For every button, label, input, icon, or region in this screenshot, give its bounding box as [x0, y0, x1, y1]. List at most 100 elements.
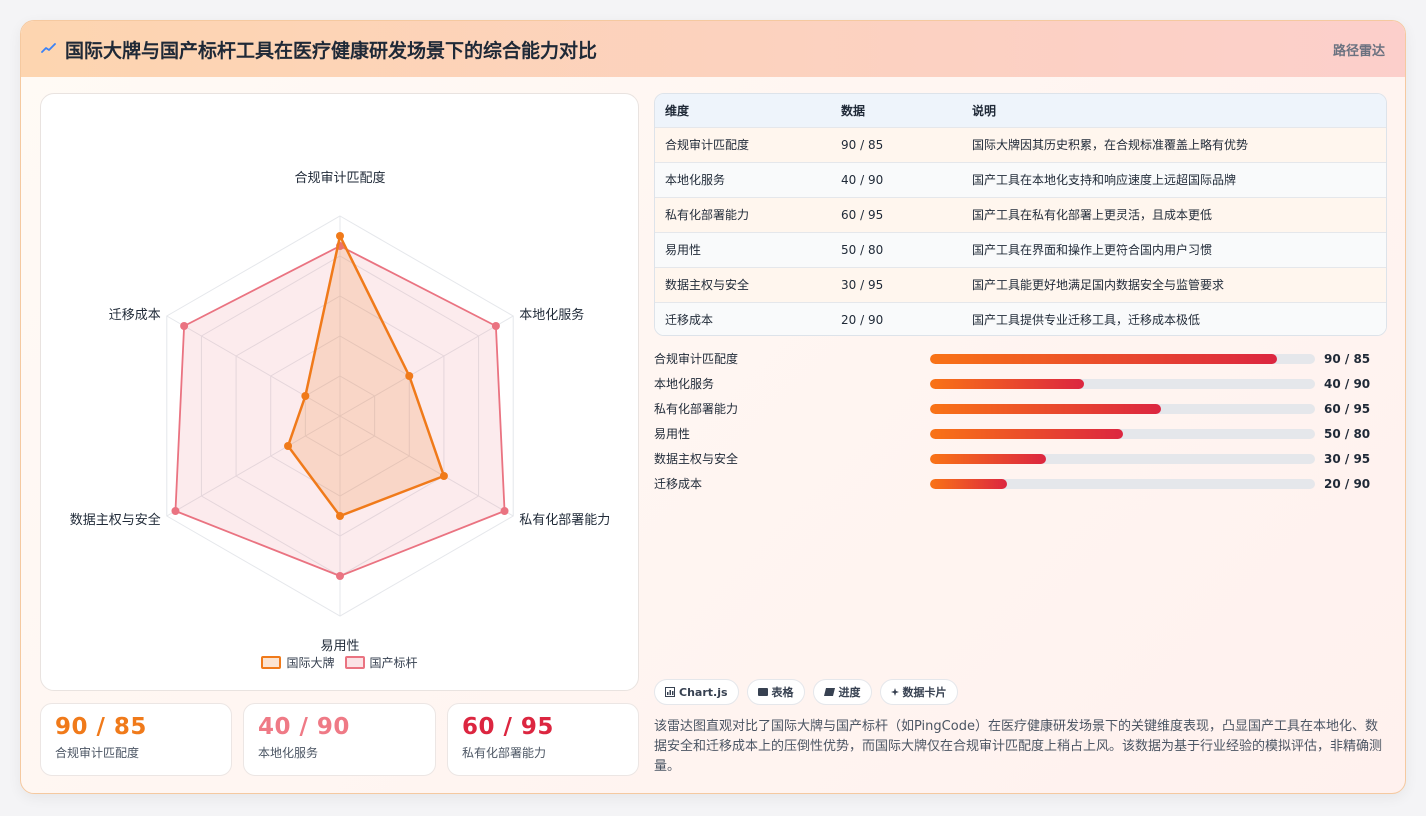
- stat-value: 60 / 95: [462, 714, 554, 740]
- table-row: 迁移成本 20 / 90 国产工具提供专业迁移工具，迁移成本极低: [655, 301, 1386, 335]
- radar-data-point: [439, 472, 448, 480]
- chart-description: 该雷达图直观对比了国际大牌与国产标杆（如PingCode）在医疗健康研发场景下的…: [654, 719, 1383, 774]
- legend-item-series-0[interactable]: 国际大牌: [261, 654, 335, 671]
- tech-chips: Chart.js 表格 进度 数据卡片: [654, 679, 958, 705]
- radar-data-point: [171, 507, 180, 515]
- progress-list: 合规审计匹配度 90 / 85 本地化服务 40 / 90 私有化部署能力 60…: [654, 346, 1387, 496]
- radar-axis-label: 易用性: [320, 639, 359, 654]
- progress-track: [930, 453, 1315, 464]
- table-cell: 国产工具在私有化部署上更灵活，且成本更低: [962, 196, 1386, 232]
- table-icon: [757, 688, 768, 696]
- table-cell: 私有化部署能力: [655, 196, 831, 232]
- radar-axis-label: 私有化部署能力: [519, 513, 610, 528]
- table-cell: 50 / 80: [831, 231, 962, 267]
- stat-card: 60 / 95 私有化部署能力: [447, 703, 639, 776]
- stat-value: 90 / 85: [55, 714, 147, 740]
- radar-data-point: [405, 372, 414, 380]
- progress-value: 90 / 85: [1324, 351, 1371, 366]
- table-cell: 90 / 85: [831, 126, 962, 162]
- table-row: 易用性 50 / 80 国产工具在界面和操作上更符合国内用户习惯: [655, 231, 1386, 267]
- legend-swatch: [261, 656, 282, 669]
- chart-type-tag: 路径雷达: [1332, 43, 1385, 59]
- progress-fill: [930, 453, 1046, 464]
- column-header: 说明: [962, 94, 1386, 127]
- table-row: 本地化服务 40 / 90 国产工具在本地化支持和响应速度上远超国际品牌: [655, 161, 1386, 197]
- progress-value: 60 / 95: [1324, 401, 1371, 416]
- progress-row: 本地化服务 40 / 90: [654, 371, 1387, 396]
- radar-axis-label: 迁移成本: [109, 308, 161, 323]
- chart-card: 国际大牌与国产标杆工具在医疗健康研发场景下的综合能力对比 路径雷达 合规审计匹配…: [20, 20, 1406, 794]
- table-cell: 国产工具能更好地满足国内数据安全与监管要求: [962, 266, 1386, 302]
- radar-data-point: [284, 442, 293, 450]
- chip-label: Chart.js: [679, 685, 728, 699]
- table-cell: 60 / 95: [831, 196, 962, 232]
- progress-label: 数据主权与安全: [654, 452, 739, 466]
- progress-label: 易用性: [654, 427, 691, 441]
- stat-label: 私有化部署能力: [462, 746, 547, 760]
- radar-axis-label: 本地化服务: [519, 307, 584, 323]
- stat-value: 40 / 90: [258, 714, 350, 740]
- legend-item-series-1[interactable]: 国产标杆: [344, 654, 418, 671]
- radar-axis-label: 合规审计匹配度: [294, 170, 385, 186]
- progress-fill: [930, 353, 1277, 364]
- table-cell: 合规审计匹配度: [655, 126, 831, 162]
- stat-card: 40 / 90 本地化服务: [243, 703, 436, 776]
- progress-fill: [930, 478, 1007, 489]
- chip-label: 进度: [838, 686, 861, 699]
- progress-track: [930, 378, 1315, 389]
- radar-axis-label: 数据主权与安全: [70, 512, 161, 528]
- progress-row: 合规审计匹配度 90 / 85: [654, 346, 1387, 371]
- progress-row: 迁移成本 20 / 90: [654, 471, 1387, 496]
- radar-data-point: [336, 572, 344, 580]
- table-cell: 30 / 95: [831, 266, 962, 302]
- legend-label: 国际大牌: [286, 656, 335, 670]
- progress-track: [930, 353, 1315, 364]
- radar-data-point: [180, 322, 189, 330]
- progress-fill: [930, 428, 1123, 439]
- progress-value: 20 / 90: [1324, 476, 1371, 491]
- chip-label: 数据卡片: [902, 686, 947, 699]
- table-cell: 国际大牌因其历史积累，在合规标准覆盖上略有优势: [962, 126, 1386, 162]
- progress-fill: [930, 403, 1161, 414]
- progress-label: 迁移成本: [654, 477, 703, 491]
- chip-chartjs[interactable]: Chart.js: [654, 679, 739, 705]
- column-header: 维度: [655, 94, 831, 127]
- trend-icon: [41, 43, 56, 53]
- table-cell: 迁移成本: [655, 301, 831, 335]
- table-cell: 国产工具在本地化支持和响应速度上远超国际品牌: [962, 161, 1386, 197]
- stat-label: 合规审计匹配度: [55, 746, 140, 760]
- progress-track: [930, 428, 1315, 439]
- progress-label: 合规审计匹配度: [654, 352, 739, 366]
- table-cell: 本地化服务: [655, 161, 831, 197]
- progress-value: 40 / 90: [1324, 376, 1371, 391]
- legend-swatch: [344, 656, 365, 669]
- progress-row: 易用性 50 / 80: [654, 421, 1387, 446]
- chart-legend: 国际大牌 国产标杆: [41, 654, 638, 671]
- card-header: 国际大牌与国产标杆工具在医疗健康研发场景下的综合能力对比 路径雷达: [21, 21, 1405, 77]
- progress-track: [930, 478, 1315, 489]
- table-cell: 40 / 90: [831, 161, 962, 197]
- radar-data-point: [301, 392, 310, 400]
- table-cell: 易用性: [655, 231, 831, 267]
- radar-chart: 合规审计匹配度本地化服务私有化部署能力易用性 数据主权与安全 迁移成本: [70, 170, 610, 654]
- table-header-row: 维度 数据 说明: [655, 94, 1386, 127]
- table-row: 私有化部署能力 60 / 95 国产工具在私有化部署上更灵活，且成本更低: [655, 196, 1386, 232]
- stat-card: 90 / 85 合规审计匹配度: [40, 703, 232, 776]
- progress-label: 本地化服务: [654, 377, 715, 391]
- page-title: 国际大牌与国产标杆工具在医疗健康研发场景下的综合能力对比: [65, 39, 598, 62]
- radar-data-point: [336, 232, 344, 240]
- radar-data-point: [491, 322, 500, 330]
- progress-row: 私有化部署能力 60 / 95: [654, 396, 1387, 421]
- progress-fill: [930, 378, 1084, 389]
- chip-table[interactable]: 表格: [746, 679, 805, 705]
- radar-data-point: [500, 507, 509, 515]
- legend-label: 国产标杆: [369, 656, 418, 670]
- table-row: 合规审计匹配度 90 / 85 国际大牌因其历史积累，在合规标准覆盖上略有优势: [655, 126, 1386, 162]
- chip-data-card[interactable]: 数据卡片: [879, 679, 958, 705]
- table-row: 数据主权与安全 30 / 95 国产工具能更好地满足国内数据安全与监管要求: [655, 266, 1386, 302]
- chip-label: 表格: [771, 686, 794, 699]
- chip-progress[interactable]: 进度: [812, 679, 872, 705]
- data-table: 维度 数据 说明 合规审计匹配度 90 / 85 国际大牌因其历史积累，在合规标…: [654, 93, 1387, 336]
- table-cell: 国产工具在界面和操作上更符合国内用户习惯: [962, 231, 1386, 267]
- radar-data-point: [336, 512, 344, 520]
